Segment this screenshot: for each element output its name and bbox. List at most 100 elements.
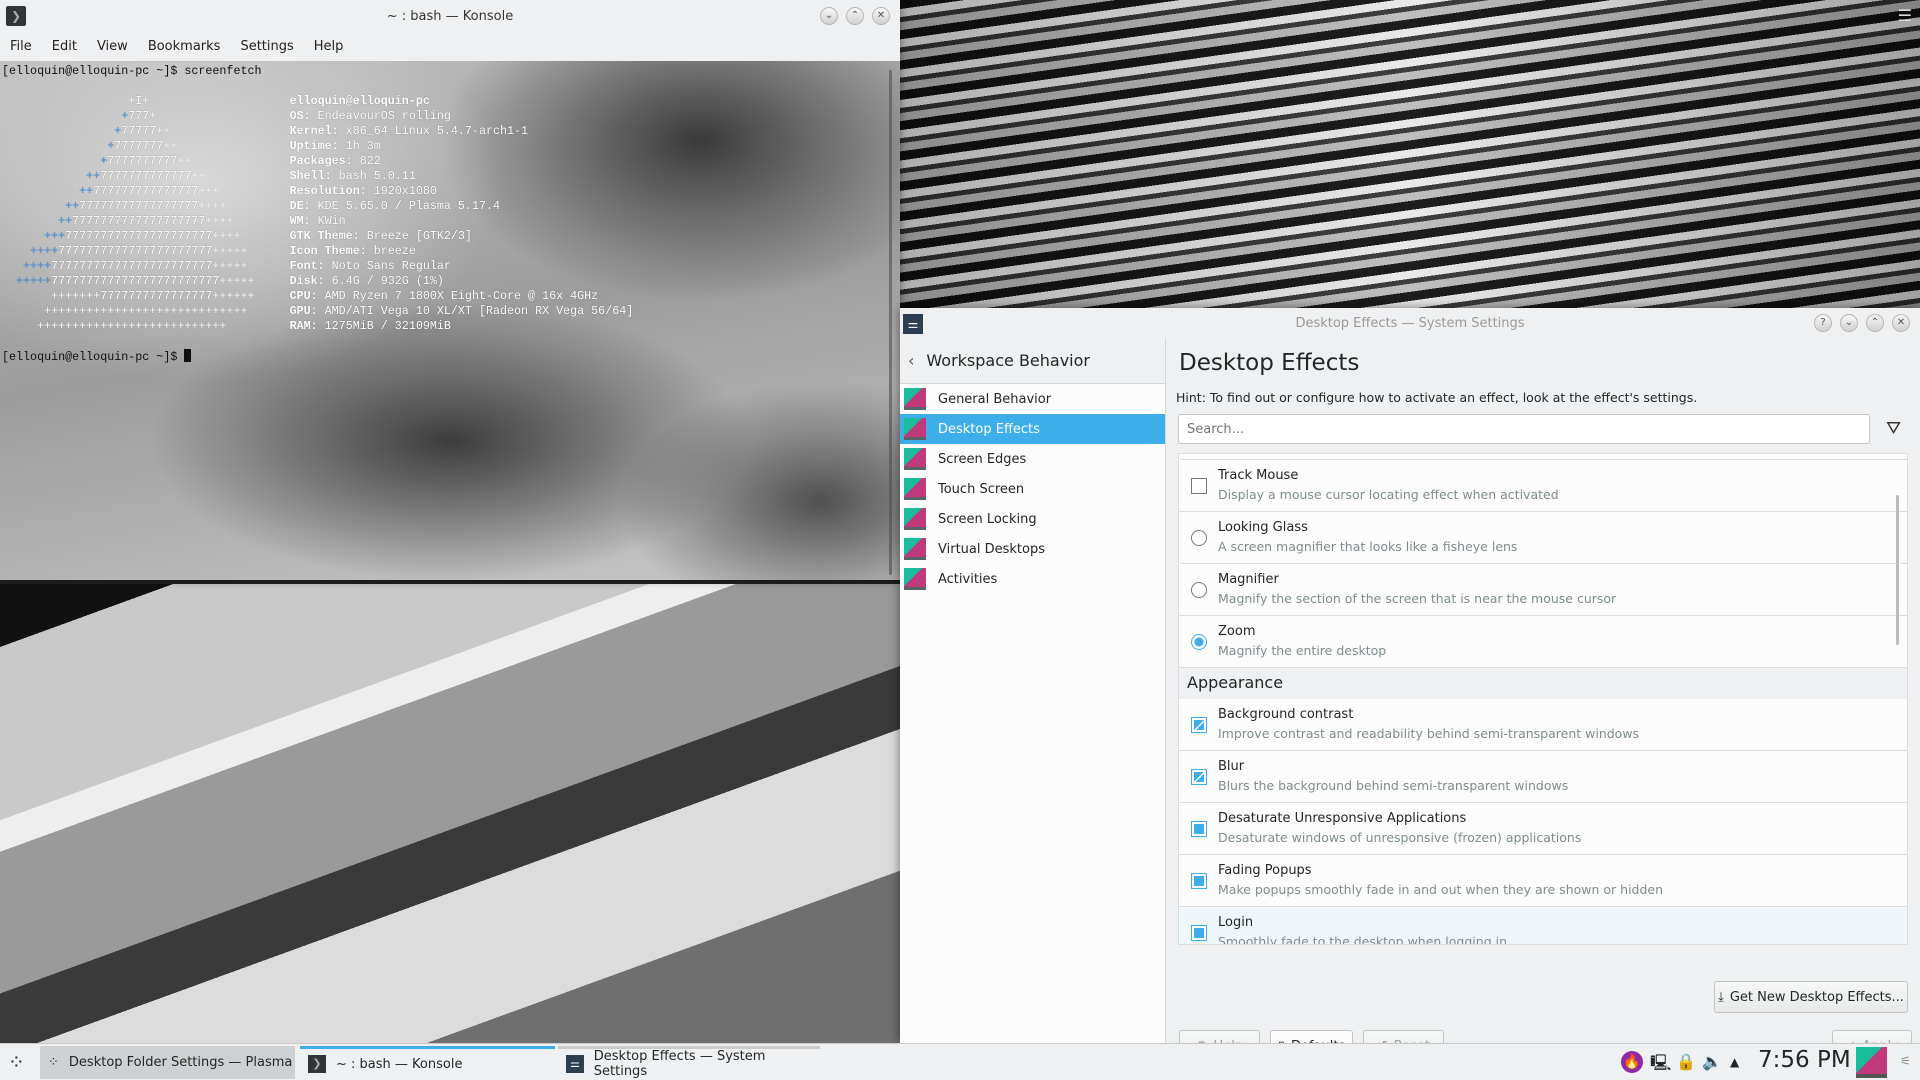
plasma-icon: ⁘ [48, 1055, 59, 1070]
effect-row[interactable]: Fading Popups Make popups smoothly fade i… [1179, 855, 1907, 907]
effect-radio[interactable] [1191, 634, 1207, 650]
menu-file[interactable]: File [10, 39, 32, 54]
effect-description: Smoothly fade to the desktop when loggin… [1218, 934, 1507, 945]
sidebar-item-touch-screen[interactable]: Touch Screen [900, 474, 1165, 504]
module-icon [904, 508, 926, 530]
module-icon [904, 388, 926, 410]
sidebar-item-screen-edges[interactable]: Screen Edges [900, 444, 1165, 474]
tray-expand-icon[interactable]: ▲ [1730, 1055, 1739, 1069]
search-input[interactable] [1178, 414, 1870, 444]
user-avatar[interactable] [1856, 1047, 1887, 1078]
maximize-button[interactable]: ⌃ [1866, 314, 1884, 332]
effect-checkbox[interactable] [1191, 821, 1207, 837]
sidebar-item-virtual-desktops[interactable]: Virtual Desktops [900, 534, 1165, 564]
effect-radio[interactable] [1191, 530, 1207, 546]
effect-row[interactable]: Looking Glass A screen magnifier that loo… [1179, 512, 1907, 564]
sidebar-item-label: Activities [938, 571, 998, 587]
screenfetch-line: +++++777777777777777777777777+++++ Disk:… [16, 274, 444, 288]
screenfetch-line: +++++++++++++++++++++++++++++ GPU: AMD/A… [44, 304, 634, 318]
sidebar-item-screen-locking[interactable]: Screen Locking [900, 504, 1165, 534]
effect-checkbox[interactable] [1191, 478, 1207, 494]
sidebar-item-desktop-effects[interactable]: Desktop Effects [900, 414, 1165, 444]
module-icon [904, 538, 926, 560]
minimize-button[interactable]: ⌄ [1840, 314, 1858, 332]
effect-name: Zoom [1218, 624, 1256, 639]
hint-text: Hint: To find out or configure how to ac… [1176, 390, 1698, 405]
effect-row[interactable]: Magnifier Magnify the section of the scre… [1179, 564, 1907, 616]
prompt: [elloquin@elloquin-pc ~]$ screenfetch [2, 64, 262, 78]
settings-titlebar[interactable]: ⚌ Desktop Effects — System Settings ? ⌄ … [900, 308, 1920, 338]
help-titlebar-button[interactable]: ? [1814, 314, 1832, 332]
task-konsole[interactable]: ❯ ~ : bash — Konsole [300, 1046, 555, 1079]
minimize-button[interactable]: ⌄ [820, 7, 838, 25]
sidebar-item-label: Screen Locking [938, 511, 1037, 527]
effect-row[interactable]: Blur Blurs the background behind semi-tra… [1179, 751, 1907, 803]
settings-icon: ⚌ [566, 1055, 584, 1073]
taskbar: ⁘ ⁘ Desktop Folder Settings — Plasma ❯ ~ :… [0, 1043, 1920, 1080]
get-new-effects-button[interactable]: ⤓ Get New Desktop Effects... [1714, 981, 1908, 1013]
effect-name: Login [1218, 915, 1254, 930]
close-button[interactable]: ✕ [872, 7, 890, 25]
effect-checkbox[interactable] [1191, 925, 1207, 941]
module-icon [904, 448, 926, 470]
page-title: Desktop Effects [1179, 350, 1360, 376]
terminal-output[interactable]: [elloquin@elloquin-pc ~]$ screenfetch +I… [0, 61, 900, 580]
back-chevron-icon[interactable]: ‹ [908, 351, 914, 370]
task-system-settings[interactable]: ⚌ Desktop Effects — System Settings [558, 1046, 820, 1079]
menu-edit[interactable]: Edit [52, 39, 77, 54]
screenfetch-line: +77777++ Kernel: x86_64 Linux 5.4.7-arch… [114, 124, 529, 138]
network-icon[interactable]: 🖳 [1650, 1052, 1671, 1079]
vault-lock-icon[interactable]: 🔒 [1676, 1052, 1696, 1071]
filter-icon[interactable]: ⛛ [1886, 418, 1901, 439]
menu-bookmarks[interactable]: Bookmarks [148, 39, 221, 54]
menu-view[interactable]: View [97, 39, 128, 54]
effect-name: Desaturate Unresponsive Applications [1218, 811, 1467, 826]
effect-checkbox[interactable] [1191, 717, 1207, 733]
effect-description: Desaturate windows of unresponsive (froz… [1218, 830, 1582, 845]
maximize-button[interactable]: ⌃ [846, 7, 864, 25]
screenfetch-line: ++++7777777777777777777777+++++ Icon The… [30, 244, 416, 258]
effect-name: Track Mouse [1218, 468, 1299, 483]
screenfetch-line: +++++++++++++++++++++++++++ RAM: 1275MiB… [37, 319, 451, 333]
settings-app-icon[interactable]: ⚌ [903, 314, 923, 334]
sidebar-item-label: General Behavior [938, 391, 1052, 407]
window-title: ~ : bash — Konsole [386, 8, 514, 24]
konsole-app-icon[interactable]: ❯ [6, 6, 26, 26]
sidebar-header[interactable]: ‹ Workspace Behavior [900, 338, 1165, 384]
button-label: Get New Desktop Effects... [1729, 989, 1904, 1005]
sidebar-item-label: Desktop Effects [938, 421, 1040, 437]
menu-settings[interactable]: Settings [240, 39, 293, 54]
effect-checkbox[interactable] [1191, 769, 1207, 785]
terminal-scrollbar[interactable] [889, 70, 892, 575]
sidebar: ‹ Workspace Behavior General Behavior Desk… [900, 338, 1166, 1043]
wallpaper [900, 0, 1920, 310]
desktop-menu-icon[interactable]: ☰ [1898, 6, 1912, 25]
menu-help[interactable]: Help [314, 39, 344, 54]
task-desktop-folder-settings[interactable]: ⁘ Desktop Folder Settings — Plasma [40, 1046, 295, 1079]
task-label: Desktop Folder Settings — Plasma [68, 1055, 293, 1070]
sidebar-item-label: Touch Screen [938, 481, 1025, 497]
screenfetch-line: +777+ OS: EndeavourOS rolling [121, 109, 451, 123]
volume-icon[interactable]: 🔈 [1702, 1052, 1722, 1071]
effect-radio[interactable] [1191, 582, 1207, 598]
effect-row[interactable]: Track Mouse Display a mouse cursor locati… [1179, 460, 1907, 512]
effect-description: Blurs the background behind semi-transpa… [1218, 778, 1569, 793]
clock[interactable]: 7:56 PM [1758, 1047, 1851, 1073]
effect-checkbox[interactable] [1191, 873, 1207, 889]
panel-config-icon[interactable]: ⚟ [1900, 1054, 1911, 1068]
screenfetch-line: ++7777777777777777777++++ WM: KWin [58, 214, 346, 228]
list-scrollbar[interactable] [1896, 495, 1899, 645]
flame-tray-icon[interactable]: 🔥 [1621, 1051, 1643, 1073]
effect-row[interactable]: Background contrast Improve contrast and … [1179, 699, 1907, 751]
konsole-window: ❯ ~ : bash — Konsole ⌄ ⌃ ✕ File Edit Vie… [0, 0, 900, 580]
effect-row[interactable]: Zoom Magnify the entire desktop [1179, 616, 1907, 668]
app-launcher-icon[interactable]: ⁘ [8, 1050, 25, 1074]
konsole-titlebar[interactable]: ❯ ~ : bash — Konsole ⌄ ⌃ ✕ [0, 0, 900, 32]
effect-row[interactable]: Login Smoothly fade to the desktop when l… [1179, 907, 1907, 945]
close-button[interactable]: ✕ [1892, 314, 1910, 332]
effect-row[interactable]: Desaturate Unresponsive Applications Desa… [1179, 803, 1907, 855]
sidebar-item-activities[interactable]: Activities [900, 564, 1165, 594]
screenfetch-line: +7777777777++ Packages: 822 [100, 154, 381, 168]
sidebar-item-general-behavior[interactable]: General Behavior [900, 384, 1165, 414]
wallpaper [0, 584, 900, 1044]
